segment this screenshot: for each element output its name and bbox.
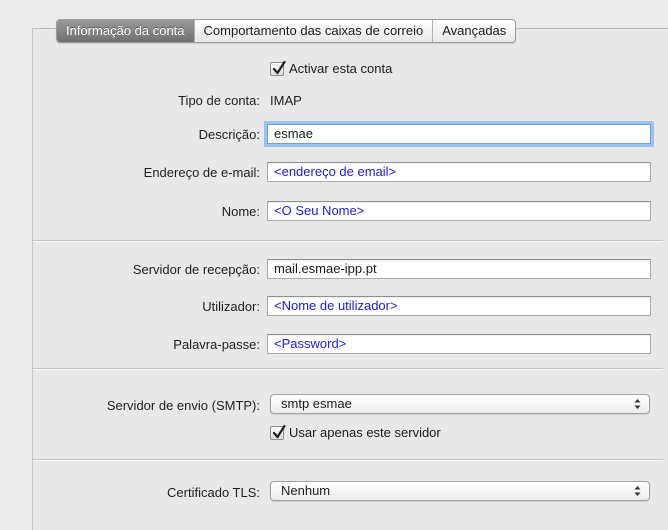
section-divider [33, 368, 663, 370]
password-field[interactable]: <Password> [267, 334, 651, 354]
description-label: Descrição: [198, 127, 260, 142]
account-type-label: Tipo de conta: [178, 93, 260, 108]
incoming-server-value: mail.esmae-ipp.pt [274, 261, 377, 276]
smtp-popup[interactable]: smtp esmae [270, 394, 650, 414]
incoming-server-field[interactable]: mail.esmae-ipp.pt [267, 259, 651, 279]
tab-advanced[interactable]: Avançadas [432, 20, 515, 42]
name-field[interactable]: <O Seu Nome> [267, 201, 651, 221]
section-divider [33, 240, 663, 242]
name-label: Nome: [221, 204, 260, 219]
username-field[interactable]: <Nome de utilizador> [267, 296, 651, 316]
tab-bar: Informação da conta Comportamento das ca… [56, 19, 517, 43]
email-placeholder: <endereço de email> [274, 164, 397, 179]
tab-account-info[interactable]: Informação da conta [57, 20, 194, 42]
account-settings-panel [32, 28, 668, 530]
tls-label: Certificado TLS: [167, 485, 260, 500]
description-field[interactable]: esmae [267, 124, 651, 144]
username-placeholder: <Nome de utilizador> [274, 298, 398, 313]
email-field[interactable]: <endereço de email> [267, 162, 651, 182]
only-this-server-label: Usar apenas este servidor [289, 425, 441, 440]
updown-arrows-icon [634, 399, 641, 409]
password-placeholder: <Password> [274, 336, 347, 351]
tls-popup[interactable]: Nenhum [270, 481, 650, 501]
description-value: esmae [274, 126, 314, 141]
tab-mailbox-behaviors[interactable]: Comportamento das caixas de correio [193, 20, 433, 42]
incoming-server-label: Servidor de recepção: [132, 262, 260, 277]
section-divider [33, 459, 663, 461]
only-this-server-checkbox[interactable]: Usar apenas este servidor [270, 424, 441, 440]
tls-selected: Nenhum [281, 483, 331, 498]
email-label: Endereço de e-mail: [143, 165, 260, 180]
updown-arrows-icon [634, 486, 641, 496]
smtp-label: Servidor de envio (SMTP): [106, 398, 260, 413]
checkmark-icon [270, 424, 286, 440]
account-type-value: IMAP [270, 93, 302, 108]
checkmark-icon [270, 60, 286, 76]
enable-account-label: Activar esta conta [289, 61, 393, 76]
password-label: Palavra-passe: [173, 337, 260, 352]
smtp-selected: smtp esmae [281, 396, 352, 411]
enable-account-checkbox[interactable]: Activar esta conta [270, 60, 393, 76]
username-label: Utilizador: [202, 299, 260, 314]
name-placeholder: <O Seu Nome> [274, 203, 365, 218]
